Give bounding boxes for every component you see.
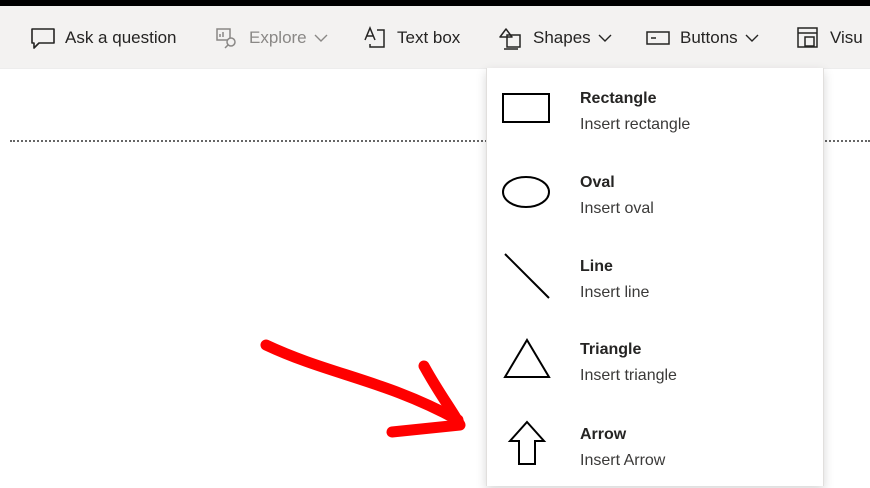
line-icon [499,248,555,304]
menu-item-subtitle: Insert oval [580,200,654,217]
menu-item-subtitle: Insert rectangle [580,116,691,133]
menu-item-title: Line [580,258,613,275]
triangle-icon [499,331,555,387]
menu-item-subtitle: Insert line [580,284,650,301]
oval-icon [499,164,555,220]
menu-item-title: Rectangle [580,90,657,107]
menu-item-subtitle: Insert Arrow [580,452,666,469]
menu-item-subtitle: Insert triangle [580,367,677,384]
menu-item-triangle[interactable]: Triangle Insert triangle [487,319,823,403]
menu-item-line[interactable]: Line Insert line [487,236,823,320]
menu-item-arrow[interactable]: Arrow Insert Arrow [487,404,823,488]
arrow-up-icon [499,416,555,472]
rectangle-icon [499,80,555,136]
menu-item-title: Triangle [580,341,642,358]
menu-item-oval[interactable]: Oval Insert oval [487,152,823,236]
menu-item-title: Oval [580,174,615,191]
menu-item-title: Arrow [580,426,627,443]
menu-item-rectangle[interactable]: Rectangle Insert rectangle [487,68,823,152]
shapes-dropdown-menu: Rectangle Insert rectangle Oval Insert o… [486,68,824,486]
